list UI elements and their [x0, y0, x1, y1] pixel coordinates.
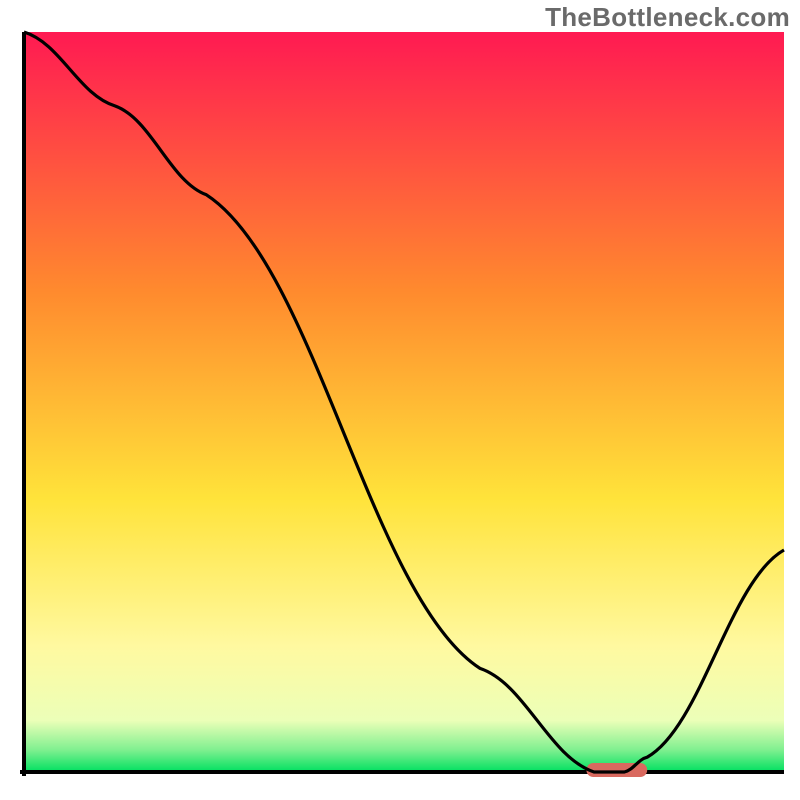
chart-container: TheBottleneck.com [0, 0, 800, 800]
plot-background [24, 32, 784, 772]
watermark-text: TheBottleneck.com [545, 2, 790, 33]
optimal-range-marker [586, 763, 647, 777]
bottleneck-chart [0, 0, 800, 800]
